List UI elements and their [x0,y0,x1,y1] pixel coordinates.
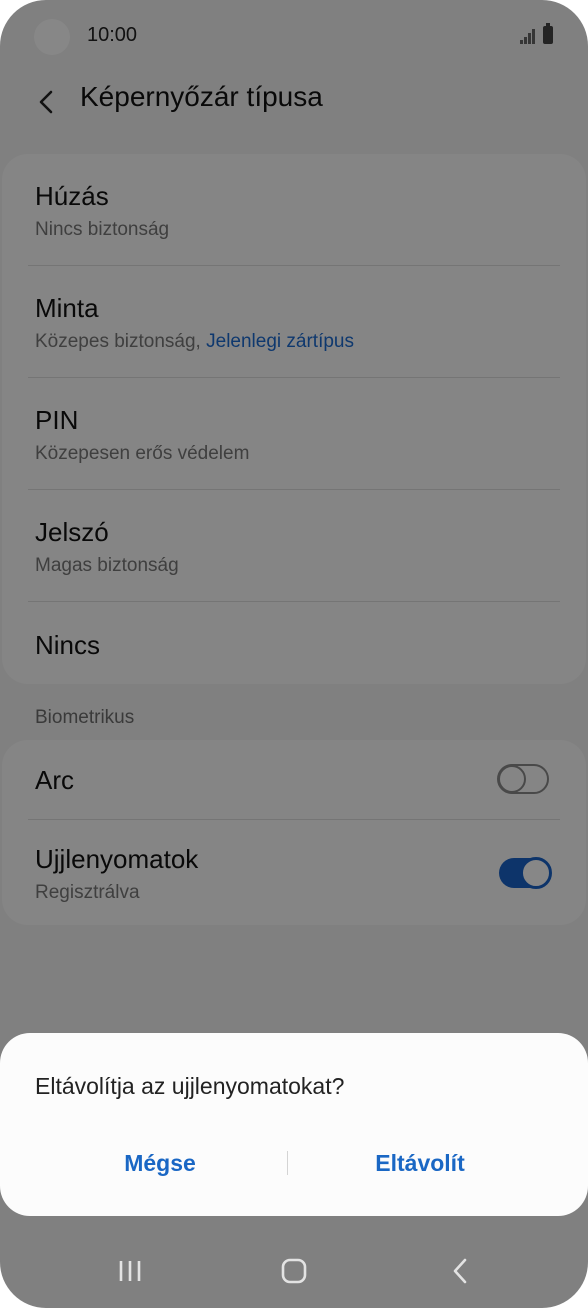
dialog-divider [287,1151,288,1175]
nav-back-icon[interactable] [430,1246,490,1296]
home-icon[interactable] [264,1246,324,1296]
dialog-message: Eltávolítja az ujjlenyomatokat? [35,1073,345,1099]
phone-screen: 10:00 Képernyőzár típusa Húzás Nincs biz… [0,0,588,1308]
recents-icon[interactable] [100,1246,160,1296]
remove-fingerprints-dialog: Eltávolítja az ujjlenyomatokat? Mégse El… [0,1033,588,1216]
navigation-bar [0,1236,588,1308]
cancel-button[interactable]: Mégse [35,1143,285,1183]
remove-button[interactable]: Eltávolít [295,1143,545,1183]
